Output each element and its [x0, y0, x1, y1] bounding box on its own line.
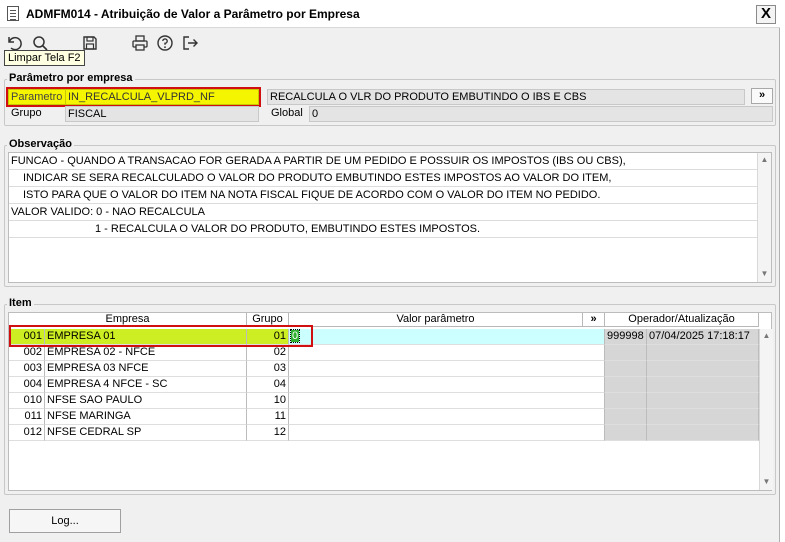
grupo-label: Grupo: [11, 107, 42, 119]
tooltip-clear-screen: Limpar Tela F2: [4, 50, 85, 66]
log-button-label: Log...: [51, 515, 79, 527]
cell-empresa[interactable]: EMPRESA 02 - NFCE: [45, 345, 247, 361]
main-window: ADMFM014 - Atribuição de Valor a Parâmet…: [0, 0, 780, 542]
cell-grupo[interactable]: 04: [247, 377, 289, 393]
title-bar: ADMFM014 - Atribuição de Valor a Parâmet…: [0, 0, 780, 28]
grupo-field: FISCAL: [65, 106, 259, 122]
observacao-line: 1 - RECALCULA O VALOR DO PRODUTO, EMBUTI…: [9, 221, 757, 238]
descricao-field: RECALCULA O VLR DO PRODUTO EMBUTINDO O I…: [267, 89, 745, 105]
cell-codigo[interactable]: 003: [9, 361, 45, 377]
cell-operador: [605, 345, 647, 361]
observacao-legend: Observação: [7, 138, 74, 150]
highlight-row: [9, 325, 313, 347]
cell-grupo[interactable]: 11: [247, 409, 289, 425]
global-field: 0: [309, 106, 773, 122]
cell-codigo[interactable]: 011: [9, 409, 45, 425]
cell-codigo[interactable]: 002: [9, 345, 45, 361]
toolbar: [0, 29, 780, 59]
cell-empresa[interactable]: EMPRESA 03 NFCE: [45, 361, 247, 377]
cell-grupo[interactable]: 12: [247, 425, 289, 441]
global-label: Global: [271, 107, 303, 119]
cell-valor[interactable]: [289, 425, 605, 441]
window-title: ADMFM014 - Atribuição de Valor a Parâmet…: [26, 7, 360, 21]
cell-atualizacao: [647, 377, 759, 393]
cell-valor[interactable]: [289, 393, 605, 409]
cell-codigo[interactable]: 012: [9, 425, 45, 441]
cell-atualizacao: [647, 345, 759, 361]
cell-operador: [605, 377, 647, 393]
cell-empresa[interactable]: EMPRESA 4 NFCE - SC: [45, 377, 247, 393]
observacao-line: FUNCAO - QUANDO A TRANSACAO FOR GERADA A…: [9, 153, 757, 170]
scroll-down-icon[interactable]: ▼: [758, 267, 771, 281]
cell-atualizacao: [647, 361, 759, 377]
highlight-parametro: [6, 87, 261, 107]
header-operador[interactable]: Operador/Atualização: [605, 313, 759, 327]
cell-codigo[interactable]: 004: [9, 377, 45, 393]
more-button[interactable]: »: [751, 88, 773, 104]
close-button[interactable]: X: [756, 5, 776, 24]
exit-icon[interactable]: [181, 34, 199, 52]
cell-operador: [605, 393, 647, 409]
cell-codigo[interactable]: 010: [9, 393, 45, 409]
cell-valor[interactable]: [289, 377, 605, 393]
print-icon[interactable]: [131, 34, 149, 52]
cell-valor-input[interactable]: 0: [289, 329, 605, 345]
cell-grupo[interactable]: 03: [247, 361, 289, 377]
document-icon: [7, 6, 19, 21]
cell-operador: [605, 409, 647, 425]
scroll-up-icon[interactable]: ▲: [758, 153, 771, 167]
cell-atualizacao: [647, 393, 759, 409]
cell-operador: [605, 425, 647, 441]
item-scrollbar[interactable]: ▲ ▼: [759, 329, 773, 490]
observacao-line: ISTO PARA QUE O VALOR DO ITEM NA NOTA FI…: [9, 187, 757, 204]
cell-valor[interactable]: [289, 345, 605, 361]
cell-atualizacao: [647, 425, 759, 441]
observacao-line: INDICAR SE SERA RECALCULADO O VALOR DO P…: [9, 170, 757, 187]
cell-empresa[interactable]: NFSE MARINGA: [45, 409, 247, 425]
header-more-button[interactable]: »: [583, 313, 605, 327]
observacao-line: VALOR VALIDO: 0 - NAO RECALCULA: [9, 204, 757, 221]
item-legend: Item: [7, 297, 34, 309]
log-button[interactable]: Log...: [9, 509, 121, 533]
cell-atualizacao: [647, 409, 759, 425]
cell-empresa[interactable]: NFSE CEDRAL SP: [45, 425, 247, 441]
cell-valor[interactable]: [289, 409, 605, 425]
cell-empresa[interactable]: NFSE SAO PAULO: [45, 393, 247, 409]
header-valor[interactable]: Valor parâmetro: [289, 313, 583, 327]
cell-operador: [605, 361, 647, 377]
scroll-up-icon[interactable]: ▲: [760, 329, 773, 343]
scroll-down-icon[interactable]: ▼: [760, 475, 773, 489]
cell-grupo[interactable]: 10: [247, 393, 289, 409]
cell-valor[interactable]: [289, 361, 605, 377]
observacao-scrollbar[interactable]: ▲ ▼: [757, 153, 771, 282]
parametro-legend: Parâmetro por empresa: [7, 72, 135, 84]
cell-operador: 999998: [605, 329, 647, 345]
observacao-textarea[interactable]: FUNCAO - QUANDO A TRANSACAO FOR GERADA A…: [8, 152, 772, 283]
help-icon[interactable]: [156, 34, 174, 52]
cell-atualizacao: 07/04/2025 17:18:17: [647, 329, 759, 345]
cell-grupo[interactable]: 02: [247, 345, 289, 361]
